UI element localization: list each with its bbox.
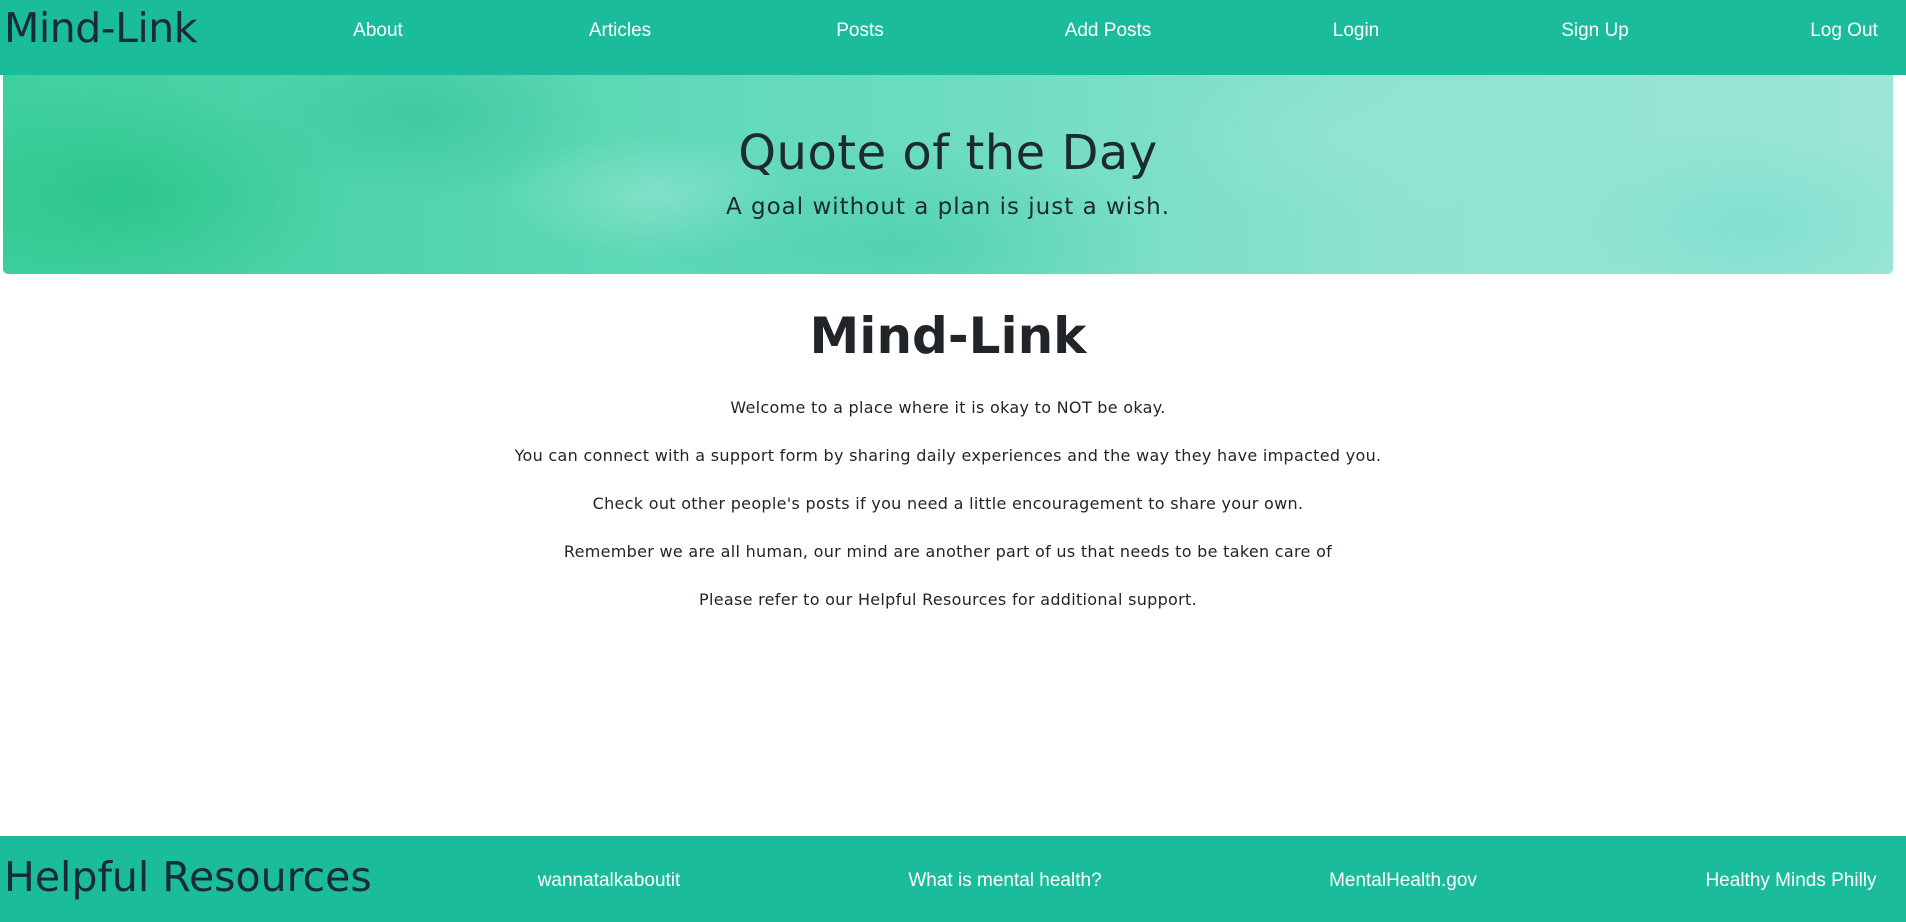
nav-link-add-posts[interactable]: Add Posts bbox=[1065, 19, 1152, 43]
brand-link[interactable]: Mind-Link bbox=[4, 4, 198, 52]
footer-link-wannatalkaboutit[interactable]: wannatalkaboutit bbox=[538, 869, 681, 893]
footer-link-mentalhealth-gov[interactable]: MentalHealth.gov bbox=[1329, 869, 1477, 893]
intro-paragraph-connect: You can connect with a support form by s… bbox=[514, 446, 1382, 465]
intro-paragraph-resources: Please refer to our Helpful Resources fo… bbox=[699, 590, 1197, 609]
intro-paragraph-welcome: Welcome to a place where it is okay to N… bbox=[730, 398, 1166, 417]
nav-link-sign-up[interactable]: Sign Up bbox=[1561, 19, 1629, 43]
page-title: Mind-Link bbox=[809, 307, 1087, 365]
intro-paragraph-remember: Remember we are all human, our mind are … bbox=[563, 542, 1333, 561]
nav-link-articles[interactable]: Articles bbox=[589, 19, 651, 43]
helpful-resources-footer: Helpful Resources wannatalkaboutit What … bbox=[0, 836, 1906, 922]
nav-link-login[interactable]: Login bbox=[1333, 19, 1380, 43]
footer-link-healthy-minds-philly[interactable]: Healthy Minds Philly bbox=[1705, 869, 1876, 893]
top-navbar: Mind-Link About Articles Posts Add Posts… bbox=[0, 0, 1906, 75]
footer-title: Helpful Resources bbox=[4, 853, 372, 901]
nav-link-about[interactable]: About bbox=[353, 19, 403, 43]
nav-link-log-out[interactable]: Log Out bbox=[1810, 19, 1878, 43]
quote-text: A goal without a plan is just a wish. bbox=[725, 194, 1171, 220]
nav-link-posts[interactable]: Posts bbox=[836, 19, 884, 43]
quote-heading: Quote of the Day bbox=[738, 125, 1158, 181]
intro-paragraph-posts: Check out other people's posts if you ne… bbox=[592, 494, 1304, 513]
footer-link-what-is-mental-health[interactable]: What is mental health? bbox=[908, 869, 1101, 893]
quote-of-the-day-banner: Quote of the Day A goal without a plan i… bbox=[3, 75, 1893, 274]
